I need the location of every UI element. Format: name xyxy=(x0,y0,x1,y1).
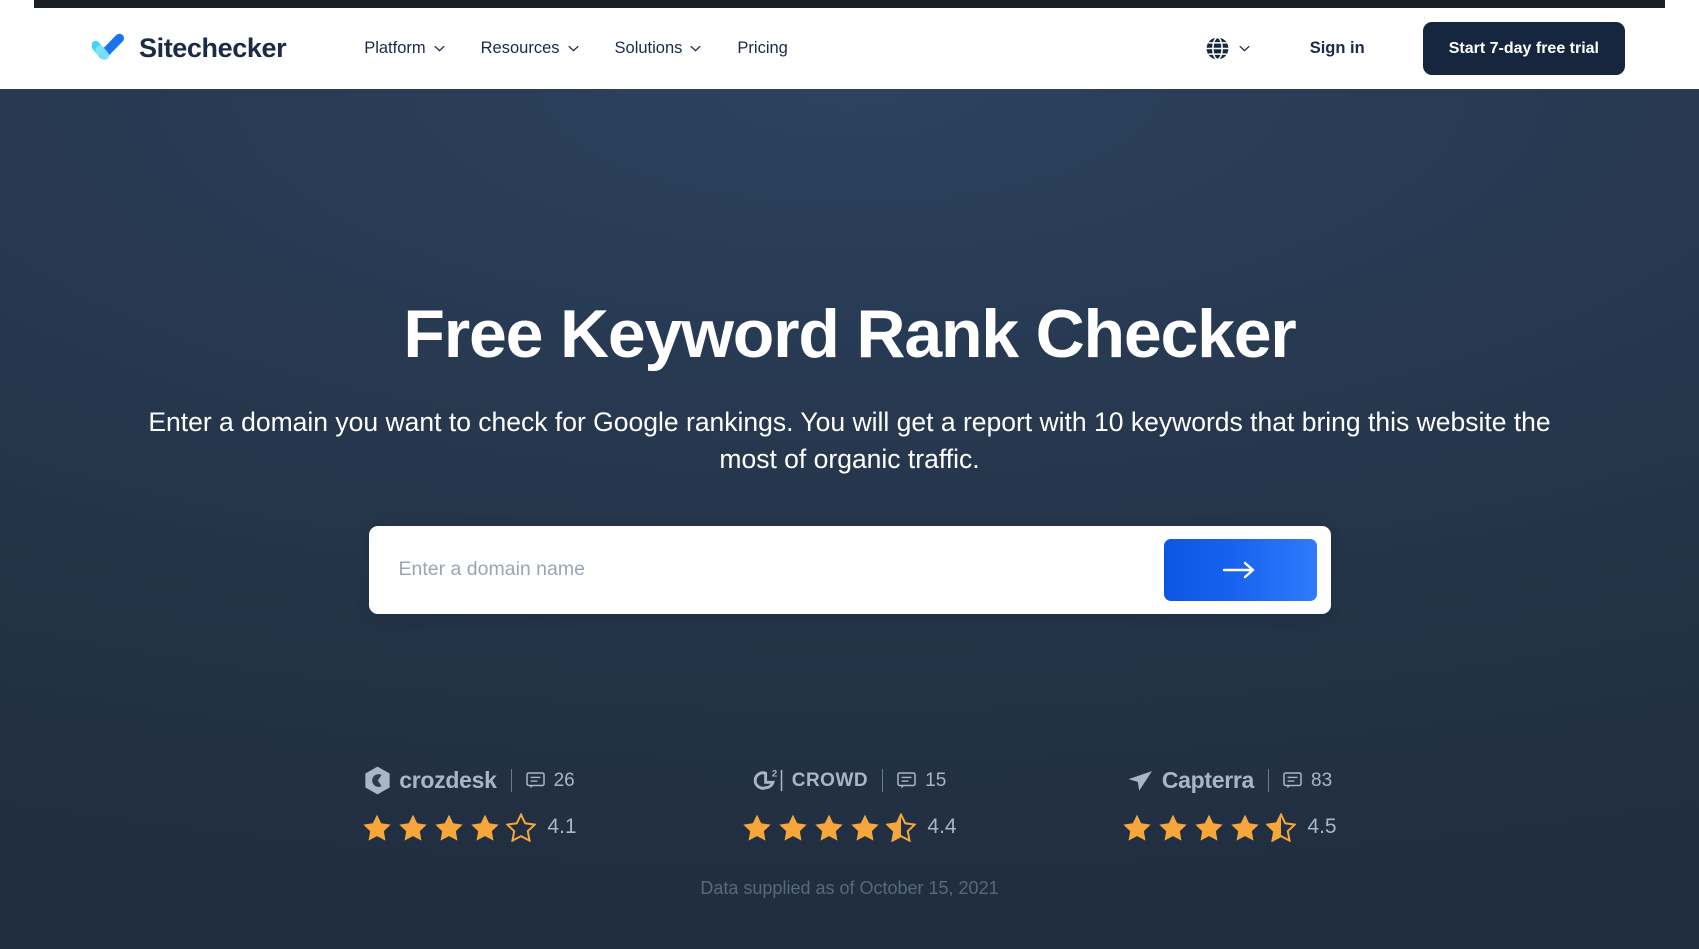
review-badges: crozdesk 26 4.1 2 CROWD 15 4.4 Capterra … xyxy=(0,766,1699,842)
capterra-logo: Capterra xyxy=(1127,767,1254,794)
domain-search-bar xyxy=(368,525,1331,614)
chevron-down-icon xyxy=(690,45,701,52)
review-badge-capterra: Capterra 83 4.5 xyxy=(1040,766,1420,842)
chrome-corner-right xyxy=(1665,0,1699,8)
capterra-review-count: 83 xyxy=(1283,770,1332,792)
signin-link[interactable]: Sign in xyxy=(1310,39,1365,58)
chrome-corner-left xyxy=(0,0,34,8)
star-full-icon xyxy=(399,814,428,841)
crozdesk-logo: crozdesk xyxy=(364,766,497,795)
nav-item-resources[interactable]: Resources xyxy=(481,39,579,58)
g2crowd-logo: 2 CROWD xyxy=(753,767,868,794)
capterra-arrow-icon xyxy=(1128,770,1152,791)
crozdesk-hexagon-icon xyxy=(365,766,390,795)
main-nav: Platform Resources Solutions Pricing xyxy=(364,39,788,58)
star-full-icon xyxy=(851,814,880,841)
star-full-icon xyxy=(1231,814,1260,841)
header-actions: Sign in Start 7-day free trial xyxy=(1205,22,1625,75)
capterra-rating-value: 4.5 xyxy=(1307,815,1337,839)
star-full-icon xyxy=(743,814,772,841)
g2-crowd-icon: 2 xyxy=(753,769,783,792)
brand-name: Sitechecker xyxy=(139,33,287,63)
g2crowd-stars: 4.4 xyxy=(742,812,957,842)
chevron-down-icon xyxy=(434,45,445,52)
star-half-icon xyxy=(886,812,917,842)
page-title: Free Keyword Rank Checker xyxy=(403,296,1296,372)
page-root: Sitechecker Platform Resources Solutions xyxy=(0,0,1699,949)
speech-bubble-icon xyxy=(525,772,545,789)
chevron-down-icon xyxy=(567,45,579,52)
speech-bubble-icon xyxy=(897,772,916,789)
capterra-logo-text: Capterra xyxy=(1161,767,1255,794)
badge-divider xyxy=(510,769,512,793)
star-empty-icon xyxy=(506,812,537,842)
domain-search-input[interactable] xyxy=(368,539,1164,600)
nav-label-platform: Platform xyxy=(364,39,426,57)
star-full-icon xyxy=(779,814,808,841)
crozdesk-review-count: 26 xyxy=(525,769,575,792)
review-badge-g2crowd: 2 CROWD 15 4.4 xyxy=(660,766,1040,842)
review-badge-crozdesk: crozdesk 26 4.1 xyxy=(280,766,660,842)
hero-section: Free Keyword Rank Checker Enter a domain… xyxy=(0,89,1699,949)
badge-header: 2 CROWD 15 xyxy=(753,766,946,796)
data-supplied-note: Data supplied as of October 15, 2021 xyxy=(700,877,999,898)
nav-item-pricing[interactable]: Pricing xyxy=(737,39,787,58)
domain-search-submit-button[interactable] xyxy=(1163,538,1317,601)
double-check-logo-icon xyxy=(92,33,124,60)
g2crowd-review-count: 15 xyxy=(897,770,946,792)
star-full-icon xyxy=(363,814,392,841)
star-full-icon xyxy=(471,814,500,841)
start-free-trial-button[interactable]: Start 7-day free trial xyxy=(1422,22,1625,75)
nav-label-pricing: Pricing xyxy=(737,39,788,57)
badge-header: crozdesk 26 xyxy=(364,766,575,796)
speech-bubble-icon xyxy=(1283,772,1302,789)
brand-logo-link[interactable]: Sitechecker xyxy=(92,33,287,65)
badge-divider xyxy=(1268,769,1270,793)
star-full-icon xyxy=(815,814,844,841)
crozdesk-rating-value: 4.1 xyxy=(547,815,577,839)
g2crowd-logo-text: CROWD xyxy=(791,769,869,791)
svg-text:2: 2 xyxy=(772,769,777,780)
star-full-icon xyxy=(1159,814,1188,841)
badge-divider xyxy=(882,769,884,793)
nav-item-solutions[interactable]: Solutions xyxy=(615,39,702,58)
star-half-icon xyxy=(1266,812,1297,842)
capterra-count-value: 83 xyxy=(1311,769,1333,791)
site-header: Sitechecker Platform Resources Solutions xyxy=(0,8,1699,89)
g2crowd-count-value: 15 xyxy=(925,769,947,791)
star-full-icon xyxy=(1195,814,1224,841)
star-full-icon xyxy=(1123,814,1152,841)
crozdesk-count-value: 26 xyxy=(553,769,575,791)
nav-label-resources: Resources xyxy=(480,39,560,57)
language-selector[interactable] xyxy=(1205,36,1250,61)
g2crowd-rating-value: 4.4 xyxy=(927,815,957,839)
capterra-stars: 4.5 xyxy=(1122,812,1337,842)
arrow-right-icon xyxy=(1222,561,1255,578)
star-full-icon xyxy=(435,814,464,841)
nav-item-platform[interactable]: Platform xyxy=(364,39,445,58)
browser-chrome-strip xyxy=(0,0,1699,8)
globe-icon xyxy=(1206,36,1229,61)
chevron-down-icon xyxy=(1239,45,1250,52)
crozdesk-logo-text: crozdesk xyxy=(399,767,497,794)
nav-label-solutions: Solutions xyxy=(614,39,683,57)
badge-header: Capterra 83 xyxy=(1127,766,1332,796)
crozdesk-stars: 4.1 xyxy=(362,812,577,842)
hero-subtitle: Enter a domain you want to check for Goo… xyxy=(148,407,1551,474)
